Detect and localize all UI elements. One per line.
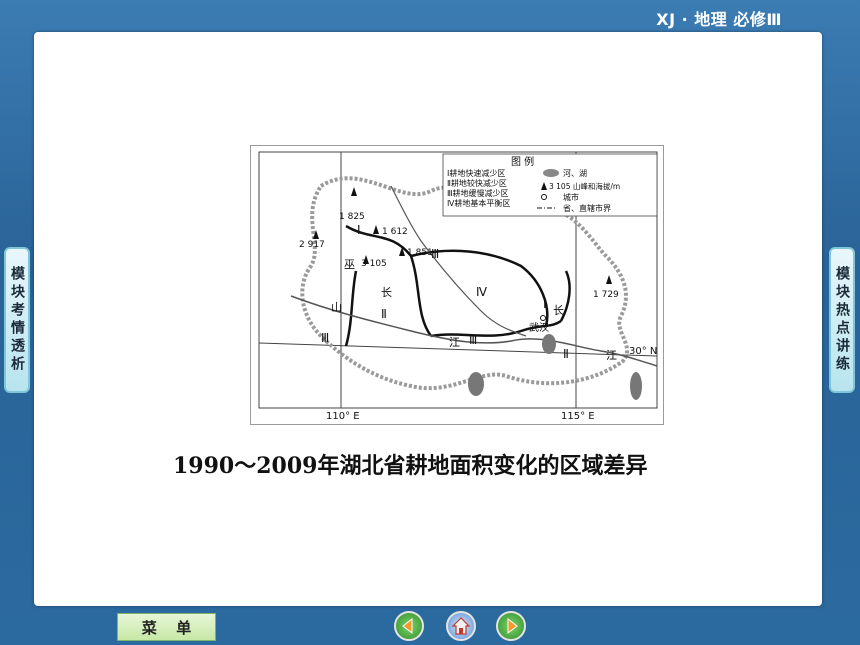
legend-item: Ⅱ耕地较快减少区 bbox=[447, 178, 507, 188]
previous-page-button[interactable] bbox=[394, 611, 424, 641]
legend-symbol: 3 105 山峰和海拔/m bbox=[549, 181, 620, 191]
peak-elevation: 3 105 bbox=[361, 259, 387, 269]
figure-caption: 1990～2009年湖北省耕地面积变化的区域差异 bbox=[173, 453, 648, 479]
region-label: Ⅰ bbox=[357, 223, 361, 237]
home-button[interactable] bbox=[446, 611, 476, 641]
menu-button[interactable]: 菜 单 bbox=[117, 613, 216, 641]
place-label: 山 bbox=[331, 301, 342, 314]
home-icon bbox=[451, 617, 471, 635]
legend-title: 图 例 bbox=[511, 155, 534, 168]
longitude-label: 110° E bbox=[326, 411, 360, 422]
city-label: 武汉 bbox=[529, 321, 549, 334]
place-label: 长 bbox=[553, 304, 564, 317]
peak-icon bbox=[606, 275, 612, 284]
legend-symbol: 城市 bbox=[563, 192, 579, 202]
peak-elevation: 2 917 bbox=[299, 240, 325, 250]
tab-module-hotspot-practice[interactable]: 模块热点讲练 bbox=[829, 247, 855, 393]
region-boundary bbox=[345, 224, 433, 337]
lake-symbol-icon bbox=[543, 169, 559, 177]
menu-label: 单 bbox=[176, 618, 192, 637]
peak-elevation: 1 851 bbox=[407, 248, 433, 258]
peak-icon bbox=[373, 225, 379, 234]
region-label: Ⅰ bbox=[543, 297, 547, 311]
peak-elevation: 1 825 bbox=[339, 212, 365, 222]
hubei-farmland-map: 图 例 Ⅰ耕地快速减少区 Ⅱ耕地较快减少区 Ⅲ耕地缓慢减少区 Ⅳ耕地基本平衡区 … bbox=[250, 145, 664, 425]
legend-symbol: 省、直辖市界 bbox=[563, 203, 611, 213]
lake bbox=[468, 372, 484, 396]
lake bbox=[542, 334, 556, 354]
legend-item: Ⅳ耕地基本平衡区 bbox=[447, 198, 510, 208]
next-page-button[interactable] bbox=[496, 611, 526, 641]
legend-item: Ⅰ耕地快速减少区 bbox=[447, 168, 505, 178]
region-label: Ⅱ bbox=[563, 347, 569, 361]
tab-module-exam-analysis[interactable]: 模块考情透析 bbox=[4, 247, 30, 393]
peak-elevation: 1 612 bbox=[382, 227, 408, 237]
longitude-label: 115° E bbox=[561, 411, 595, 422]
tab-label: 模块热点讲练 bbox=[834, 266, 850, 374]
place-label: 巫 bbox=[344, 258, 355, 271]
wuhan-city-icon bbox=[540, 315, 546, 321]
place-label: 江 bbox=[449, 336, 460, 349]
place-label: 长 bbox=[381, 286, 392, 299]
peak-icon bbox=[351, 187, 357, 196]
latitude-label: 30° N bbox=[629, 346, 657, 357]
legend-item: Ⅲ耕地缓慢减少区 bbox=[447, 188, 509, 198]
arrow-left-icon bbox=[402, 617, 413, 635]
region-label: Ⅲ bbox=[321, 331, 329, 345]
region-label: Ⅲ bbox=[431, 247, 439, 261]
region-label: Ⅱ bbox=[381, 307, 387, 321]
region-boundary bbox=[344, 270, 358, 347]
lake bbox=[630, 372, 642, 400]
tab-label: 模块考情透析 bbox=[9, 266, 25, 374]
peak-elevation: 1 729 bbox=[593, 290, 619, 300]
yangtze-river bbox=[290, 295, 658, 367]
arrow-right-icon bbox=[507, 617, 518, 635]
course-title: XJ · 地理 必修Ⅲ bbox=[656, 10, 782, 29]
legend-symbol: 河、湖 bbox=[563, 168, 587, 178]
region-label: Ⅳ bbox=[476, 285, 487, 299]
place-label: 江 bbox=[606, 349, 617, 362]
menu-label: 菜 bbox=[141, 618, 157, 637]
region-label: Ⅲ bbox=[469, 333, 477, 347]
